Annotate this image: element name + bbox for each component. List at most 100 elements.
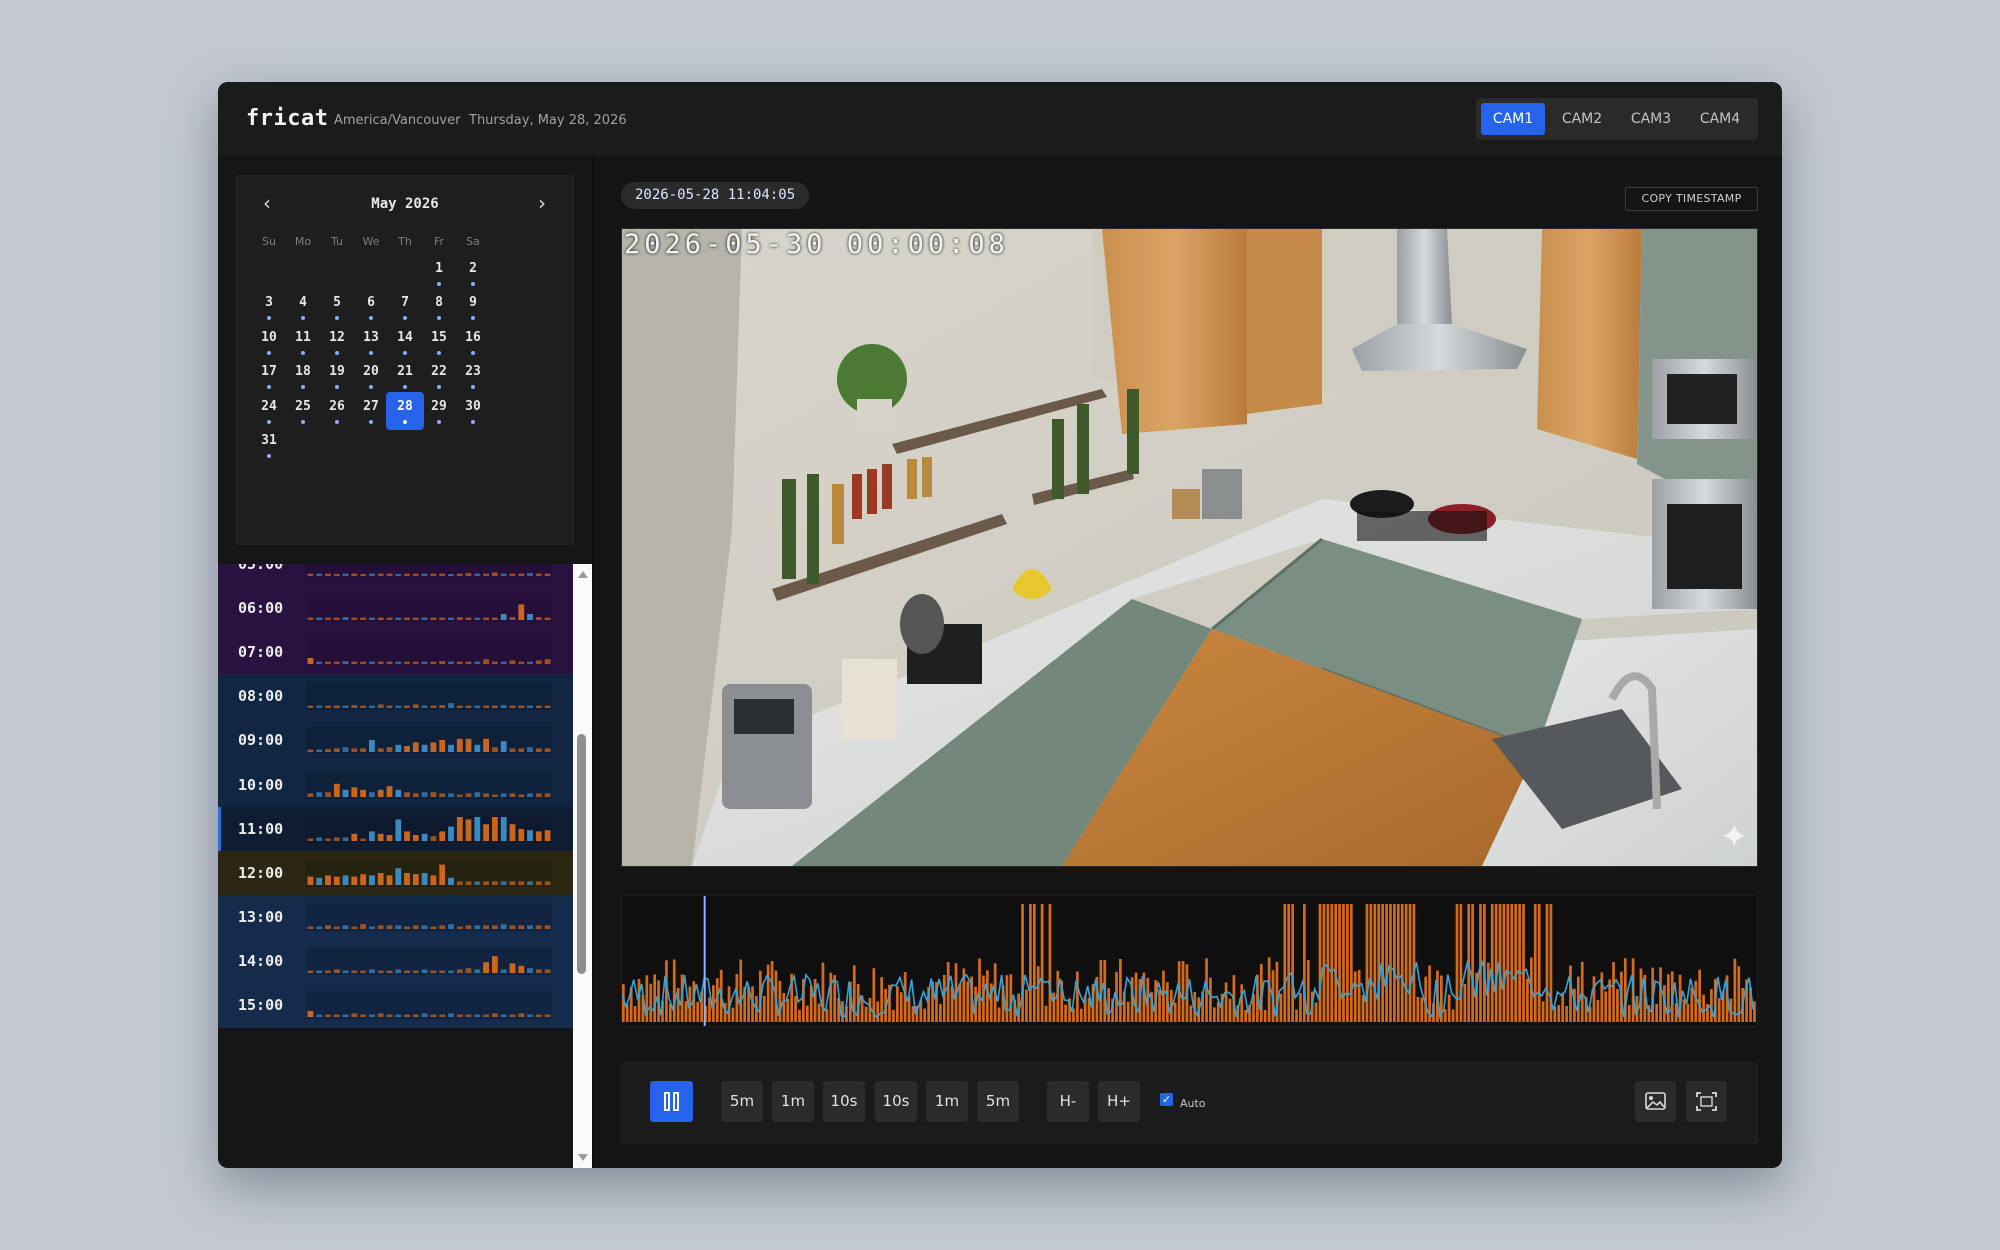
tab-cam3[interactable]: CAM3 [1619, 103, 1683, 135]
activity-bar [527, 614, 533, 621]
calendar-day-29[interactable]: 29 [420, 392, 458, 430]
hour-row-1500[interactable]: 15:00 [218, 983, 573, 1028]
pause-button[interactable] [650, 1081, 693, 1122]
activity-bar [474, 791, 481, 797]
calendar-day-15[interactable]: 15 [420, 323, 458, 361]
activity-bar [333, 1014, 340, 1017]
calendar-day-5[interactable]: 5 [318, 288, 356, 326]
activity-bar [395, 745, 402, 753]
activity-bar [456, 661, 463, 665]
hour-row-0500[interactable]: 05:00 [218, 564, 573, 587]
calendar-day-17[interactable]: 17 [250, 357, 288, 395]
calendar-day-2[interactable]: 2 [454, 254, 492, 292]
hour-row-0600[interactable]: 06:00 [218, 586, 573, 632]
activity-bar [351, 661, 358, 665]
calendar-day-22[interactable]: 22 [420, 357, 458, 395]
calendar-day-24[interactable]: 24 [250, 392, 288, 430]
calendar-day-3[interactable]: 3 [250, 288, 288, 326]
calendar-day-10[interactable]: 10 [250, 323, 288, 361]
activity-timeline[interactable] [621, 895, 1758, 1027]
scroll-down-arrow-icon[interactable] [578, 1154, 588, 1161]
activity-bar [500, 1014, 507, 1017]
calendar-day-6[interactable]: 6 [352, 288, 390, 326]
hour-row-1100[interactable]: 11:00 [218, 806, 573, 852]
calendar-day-23[interactable]: 23 [454, 357, 492, 395]
timeline-activity-bar [696, 1002, 700, 1022]
recording-indicator-dot [301, 419, 305, 424]
activity-bar [518, 794, 525, 797]
hour-row-1000[interactable]: 10:00 [218, 762, 573, 808]
back-5m-button[interactable]: 5m [721, 1081, 763, 1122]
calendar-day-26[interactable]: 26 [318, 392, 356, 430]
auto-checkbox[interactable]: ✓ [1160, 1093, 1173, 1106]
calendar-day-11[interactable]: 11 [284, 323, 322, 361]
calendar-day-8[interactable]: 8 [420, 288, 458, 326]
calendar-day-4[interactable]: 4 [284, 288, 322, 326]
calendar-day-12[interactable]: 12 [318, 323, 356, 361]
camera-video-frame[interactable]: 2026-05-30 00:00:08 ✦ [621, 228, 1758, 867]
tab-cam1[interactable]: CAM1 [1481, 103, 1545, 135]
activity-bar [325, 925, 331, 929]
calendar-day-21[interactable]: 21 [386, 357, 424, 395]
calendar-day-13[interactable]: 13 [352, 323, 390, 361]
scrollbar-thumb[interactable] [577, 734, 586, 974]
timeline-activity-bar [1244, 1010, 1247, 1022]
fullscreen-button[interactable] [1686, 1081, 1727, 1122]
hour-list-scrollbar[interactable] [573, 564, 592, 1168]
scroll-up-arrow-icon[interactable] [578, 571, 588, 578]
timeline-playhead[interactable] [703, 896, 706, 1026]
activity-bar [483, 617, 489, 621]
activity-bar [386, 661, 393, 665]
activity-bar [483, 573, 489, 576]
calendar-day-30[interactable]: 30 [454, 392, 492, 430]
calendar-day-20[interactable]: 20 [352, 357, 390, 395]
hour-row-0700[interactable]: 07:00 [218, 630, 573, 676]
forward-5m-button[interactable]: 5m [977, 1081, 1019, 1122]
zoom-out-button[interactable]: H- [1047, 1081, 1089, 1122]
zoom-in-button[interactable]: H+ [1098, 1081, 1140, 1122]
recording-indicator-dot [267, 419, 271, 424]
hour-row-1400[interactable]: 14:00 [218, 938, 573, 984]
back-10s-button[interactable]: 10s [823, 1081, 865, 1122]
recording-indicator-dot [267, 454, 271, 458]
calendar-day-25[interactable]: 25 [284, 392, 322, 430]
weekday-header: Sa [466, 235, 480, 248]
calendar-day-31[interactable]: 31 [250, 426, 288, 464]
chevron-right-icon[interactable]: › [527, 188, 557, 218]
activity-bar [307, 749, 314, 753]
timeline-activity-bar [1279, 993, 1283, 1022]
hour-label: 12:00 [238, 863, 284, 882]
hour-row-0900[interactable]: 09:00 [218, 718, 573, 764]
calendar-day-1[interactable]: 1 [420, 254, 458, 292]
hour-row-0800[interactable]: 08:00 [218, 674, 573, 720]
copy-timestamp-button[interactable]: COPY TIMESTAMP [1625, 187, 1758, 211]
calendar-day-14[interactable]: 14 [386, 323, 424, 361]
activity-bar [395, 867, 402, 885]
calendar-day-18[interactable]: 18 [284, 357, 322, 395]
back-1m-button[interactable]: 1m [772, 1081, 814, 1122]
hour-row-1200[interactable]: 12:00 [218, 850, 573, 896]
current-timestamp-badge: 2026-05-28 11:04:05 [621, 182, 810, 209]
calendar-day-9[interactable]: 9 [454, 288, 492, 326]
activity-bar [351, 786, 358, 797]
calendar-day-28[interactable]: 28 [386, 391, 424, 430]
calendar-day-7[interactable]: 7 [386, 288, 424, 326]
calendar-day-27[interactable]: 27 [352, 392, 390, 430]
hour-row-1300[interactable]: 13:00 [218, 894, 573, 940]
forward-10s-button[interactable]: 10s [875, 1081, 917, 1122]
timeline-activity-bar [1604, 991, 1608, 1022]
activity-bar [369, 875, 375, 885]
activity-bar [404, 926, 410, 929]
activity-bar [544, 969, 551, 973]
forward-1m-button[interactable]: 1m [926, 1081, 968, 1122]
activity-bar [404, 830, 410, 841]
calendar-day-16[interactable]: 16 [454, 323, 492, 361]
tab-cam2[interactable]: CAM2 [1550, 103, 1614, 135]
calendar-day-19[interactable]: 19 [318, 357, 356, 395]
timeline-activity-bar [1479, 904, 1482, 1022]
tab-cam4[interactable]: CAM4 [1688, 103, 1752, 135]
activity-bar [351, 833, 358, 841]
snapshot-button[interactable] [1635, 1081, 1676, 1122]
activity-bar [483, 1014, 489, 1017]
hour-label: 13:00 [238, 907, 284, 926]
